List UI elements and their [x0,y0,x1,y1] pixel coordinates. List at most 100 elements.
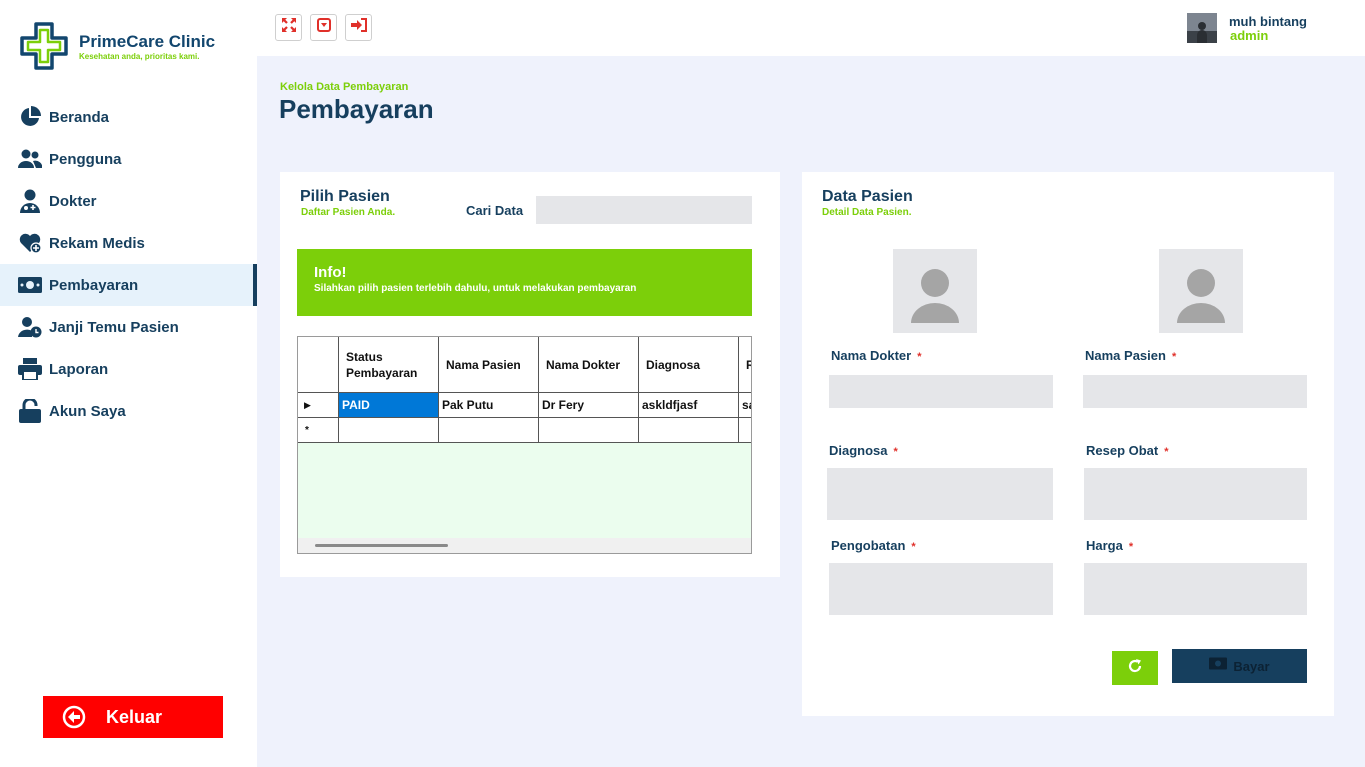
patient-picker-subtitle: Daftar Pasien Anda. [301,207,396,218]
unlock-icon [18,399,42,423]
required-mark: * [1171,351,1177,363]
brand-tagline: Kesehatan anda, prioritas kami. [79,52,200,61]
money-icon [18,273,42,297]
sidebar-item-pembayaran[interactable]: Pembayaran [0,264,257,306]
logout-button[interactable]: Keluar [43,696,223,738]
minimize-icon [316,18,331,37]
info-title: Info! [314,264,347,281]
column-header[interactable]: Diagnosa [639,337,739,393]
table-cell[interactable]: askldfjasf [639,393,739,418]
required-mark: * [917,351,922,363]
doctor-icon [18,189,42,213]
required-mark: * [1128,541,1134,553]
sidebar-item-label: Beranda [49,108,110,126]
doctor-name-field[interactable] [829,375,1053,408]
patient-detail-title: Data Pasien [822,188,913,205]
fullscreen-button[interactable] [275,14,302,41]
user-placeholder-icon [911,269,959,323]
sidebar-item-laporan[interactable]: Laporan [0,348,257,390]
sidebar-item-label: Pengguna [49,150,122,168]
sidebar-item-dokter[interactable]: Dokter [0,180,257,222]
table-cell[interactable] [739,418,751,443]
brand-name: PrimeCare Clinic [79,32,216,51]
sidebar-nav: Beranda Pengguna Dokter Rekam Medis Pemb… [0,96,257,432]
prescription-label: Resep Obat * [1086,443,1169,458]
prescription-field[interactable] [1084,468,1307,520]
diagnosis-label: Diagnosa * [829,443,898,458]
table-header-row: Status Pembayaran Nama Pasien Nama Dokte… [298,337,751,393]
info-alert: Info! Silahkan pilih pasien terlebih dah… [297,249,752,316]
logout-label: Keluar [106,707,163,727]
pay-button[interactable]: Bayar [1172,649,1307,683]
top-bar: muh bintang admin [257,0,1365,56]
info-text: Silahkan pilih pasien terlebih dahulu, u… [314,283,637,294]
price-label: Harga * [1086,538,1134,553]
diagnosis-field[interactable] [827,468,1053,520]
sidebar: PrimeCare Clinic Kesehatan anda, priorit… [0,0,257,767]
patient-picker-title: Pilih Pasien [300,188,390,205]
refresh-button[interactable] [1112,651,1158,685]
pie-chart-icon [18,105,42,129]
refresh-icon [1127,658,1143,679]
horizontal-scrollbar[interactable] [298,538,751,553]
column-header[interactable]: Nama Dokter [539,337,639,393]
search-input[interactable] [536,196,752,224]
treatment-field[interactable] [829,563,1053,615]
treatment-label: Pengobatan * [831,538,916,553]
required-mark: * [1164,446,1169,458]
sidebar-item-pengguna[interactable]: Pengguna [0,138,257,180]
sidebar-item-beranda[interactable]: Beranda [0,96,257,138]
table-cell[interactable] [439,418,539,443]
price-field[interactable] [1084,563,1307,615]
users-icon [18,147,42,171]
patient-name-field[interactable] [1083,375,1307,408]
sidebar-item-label: Janji Temu Pasien [49,318,179,336]
table-cell[interactable]: Pak Putu [439,393,539,418]
sidebar-item-label: Laporan [49,360,109,378]
sidebar-item-akun-saya[interactable]: Akun Saya [0,390,257,432]
sidebar-item-janji-temu-pasien[interactable]: Janji Temu Pasien [0,306,257,348]
money-icon [1209,657,1228,675]
user-role: admin [1230,28,1269,43]
sidebar-item-label: Akun Saya [49,402,126,420]
row-marker: ▶ [298,393,339,418]
sidebar-item-label: Rekam Medis [49,234,145,252]
avatar[interactable] [1187,13,1217,43]
user-clock-icon [18,315,42,339]
search-label: Cari Data [466,203,524,218]
table-cell[interactable]: Dr Fery [539,393,639,418]
row-marker: * [298,418,339,443]
scrollbar-thumb[interactable] [315,544,448,547]
table-cell[interactable]: sa [739,393,751,418]
fullscreen-icon [281,18,296,37]
table-row[interactable]: ▶ PAID Pak Putu Dr Fery askldfjasf sa [298,393,751,418]
table-cell[interactable] [539,418,639,443]
column-header[interactable]: Status Pembayaran [339,337,439,393]
pay-label: Bayar [1233,658,1270,674]
patient-table[interactable]: Status Pembayaran Nama Pasien Nama Dokte… [297,336,752,554]
page-title: Pembayaran [279,94,434,124]
main-content: Kelola Data Pembayaran Pembayaran Pilih … [257,56,1365,767]
user-name: muh bintang [1229,14,1307,29]
column-header[interactable]: Nama Pasien [439,337,539,393]
column-header[interactable]: R [739,337,751,393]
heart-hand-icon [18,231,42,255]
user-placeholder-icon [1177,269,1225,323]
sidebar-item-label: Dokter [49,192,97,210]
doctor-name-label: Nama Dokter * [831,348,922,363]
brand-logo: PrimeCare Clinic Kesehatan anda, priorit… [18,20,248,76]
sidebar-item-rekam-medis[interactable]: Rekam Medis [0,222,257,264]
table-cell[interactable] [639,418,739,443]
table-cell[interactable]: PAID [339,393,439,418]
required-mark: * [893,446,898,458]
row-header-corner [298,337,339,393]
table-row-new[interactable]: * [298,418,751,443]
minimize-button[interactable] [310,14,337,41]
table-cell[interactable] [339,418,439,443]
arrow-circle-left-icon [62,705,86,734]
doctor-photo [893,249,977,333]
patient-photo [1159,249,1243,333]
required-mark: * [911,541,916,553]
sign-out-button[interactable] [345,14,372,41]
breadcrumb: Kelola Data Pembayaran [280,81,409,93]
